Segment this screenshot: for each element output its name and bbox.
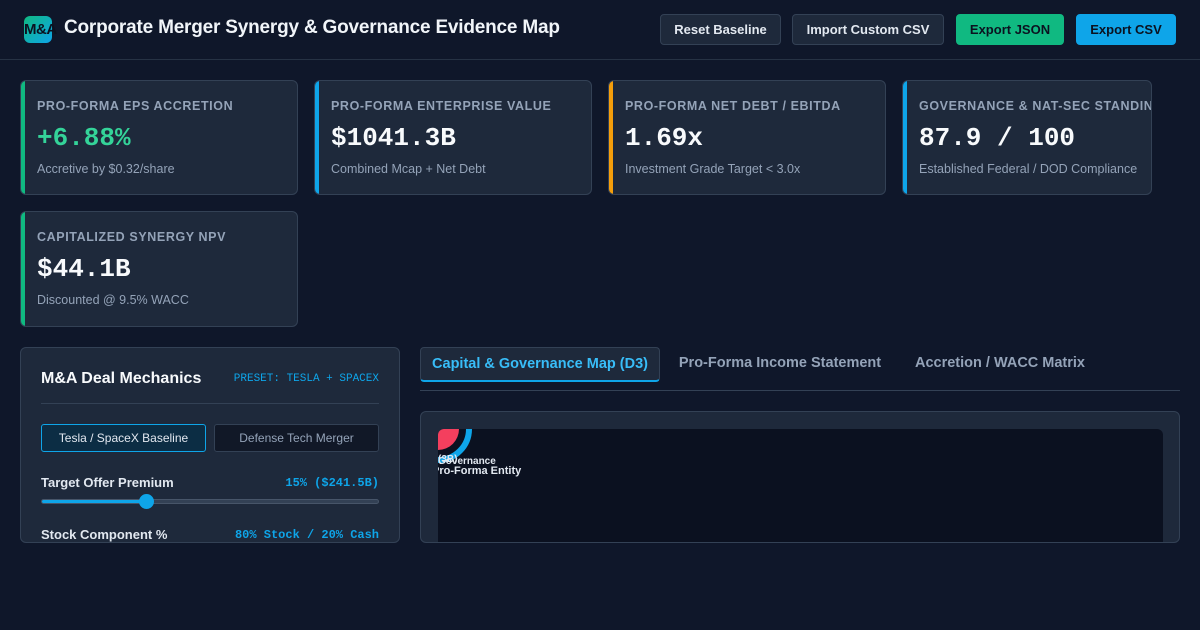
kpi-value: +6.88%	[37, 123, 131, 153]
kpi-label: PRO-FORMA ENTERPRISE VALUE	[331, 99, 552, 113]
kpi-value: $1041.3B	[331, 123, 456, 153]
governance-map-canvas[interactable]: (3B) Governance Pro-Forma Entity	[438, 429, 1163, 542]
tab-accretion-wacc[interactable]: Accretion / WACC Matrix	[900, 347, 1100, 382]
kpi-accent-bar	[21, 81, 25, 194]
offer-premium-slider[interactable]	[41, 494, 379, 509]
kpi-subtext: Accretive by $0.32/share	[37, 162, 175, 176]
kpi-label: GOVERNANCE & NAT-SEC STANDING	[919, 99, 1152, 113]
kpi-value: 1.69x	[625, 123, 704, 153]
kpi-card-enterprise-value: PRO-FORMA ENTERPRISE VALUE $1041.3B Comb…	[314, 80, 592, 195]
preset-defense-tech-button[interactable]: Defense Tech Merger	[214, 424, 379, 452]
kpi-card-synergy-npv: CAPITALIZED SYNERGY NPV $44.1B Discounte…	[20, 211, 298, 327]
kpi-subtext: Established Federal / DOD Compliance	[919, 162, 1138, 176]
kpi-card-eps-accretion: PRO-FORMA EPS ACCRETION +6.88% Accretive…	[20, 80, 298, 195]
top-bar: M&A Corporate Merger Synergy & Governanc…	[0, 0, 1200, 60]
tab-divider	[420, 390, 1180, 391]
tab-income-statement[interactable]: Pro-Forma Income Statement	[670, 347, 890, 382]
map-panel: (3B) Governance Pro-Forma Entity	[420, 411, 1180, 543]
kpi-subtext: Combined Mcap + Net Debt	[331, 162, 486, 176]
kpi-label: PRO-FORMA NET DEBT / EBITDA	[625, 99, 841, 113]
export-csv-button[interactable]: Export CSV	[1076, 14, 1176, 45]
app-logo: M&A	[24, 16, 57, 43]
divider	[41, 403, 379, 404]
stock-component-label: Stock Component %	[41, 527, 168, 542]
map-label: Pro-Forma Entity	[438, 465, 522, 477]
kpi-label: CAPITALIZED SYNERGY NPV	[37, 230, 227, 244]
slider-fill	[42, 500, 147, 503]
offer-premium-label: Target Offer Premium	[41, 475, 174, 490]
offer-premium-value: 15% ($241.5B)	[285, 476, 379, 490]
tab-capital-governance-map[interactable]: Capital & Governance Map (D3)	[420, 347, 660, 382]
kpi-card-governance-standing: GOVERNANCE & NAT-SEC STANDING 87.9 / 100…	[902, 80, 1152, 195]
slider-thumb[interactable]	[139, 494, 155, 509]
preset-indicator: PRESET: TESLA + SPACEX	[233, 373, 379, 385]
panel-title: M&A Deal Mechanics	[41, 370, 202, 387]
kpi-accent-bar	[903, 81, 907, 194]
kpi-value: 87.9 / 100	[919, 123, 1076, 153]
stock-component-value: 80% Stock / 20% Cash	[234, 528, 379, 542]
kpi-subtext: Discounted @ 9.5% WACC	[37, 293, 189, 307]
kpi-subtext: Investment Grade Target < 3.0x	[625, 162, 801, 176]
reset-baseline-button[interactable]: Reset Baseline	[660, 14, 781, 45]
export-json-button[interactable]: Export JSON	[956, 14, 1064, 45]
app-title: Corporate Merger Synergy & Governance Ev…	[64, 17, 560, 38]
kpi-accent-bar	[315, 81, 319, 194]
target-node[interactable]	[438, 429, 459, 450]
kpi-accent-bar	[21, 212, 25, 326]
import-csv-button[interactable]: Import Custom CSV	[792, 14, 944, 45]
preset-tesla-spacex-button[interactable]: Tesla / SpaceX Baseline	[41, 424, 206, 452]
kpi-value: $44.1B	[37, 254, 131, 284]
kpi-label: PRO-FORMA EPS ACCRETION	[37, 99, 234, 113]
kpi-card-net-debt-ebitda: PRO-FORMA NET DEBT / EBITDA 1.69x Invest…	[608, 80, 886, 195]
governance-map-svg: (3B) Governance Pro-Forma Entity	[438, 429, 522, 477]
kpi-accent-bar	[609, 81, 613, 194]
deal-mechanics-panel: M&A Deal Mechanics PRESET: TESLA + SPACE…	[20, 347, 400, 543]
